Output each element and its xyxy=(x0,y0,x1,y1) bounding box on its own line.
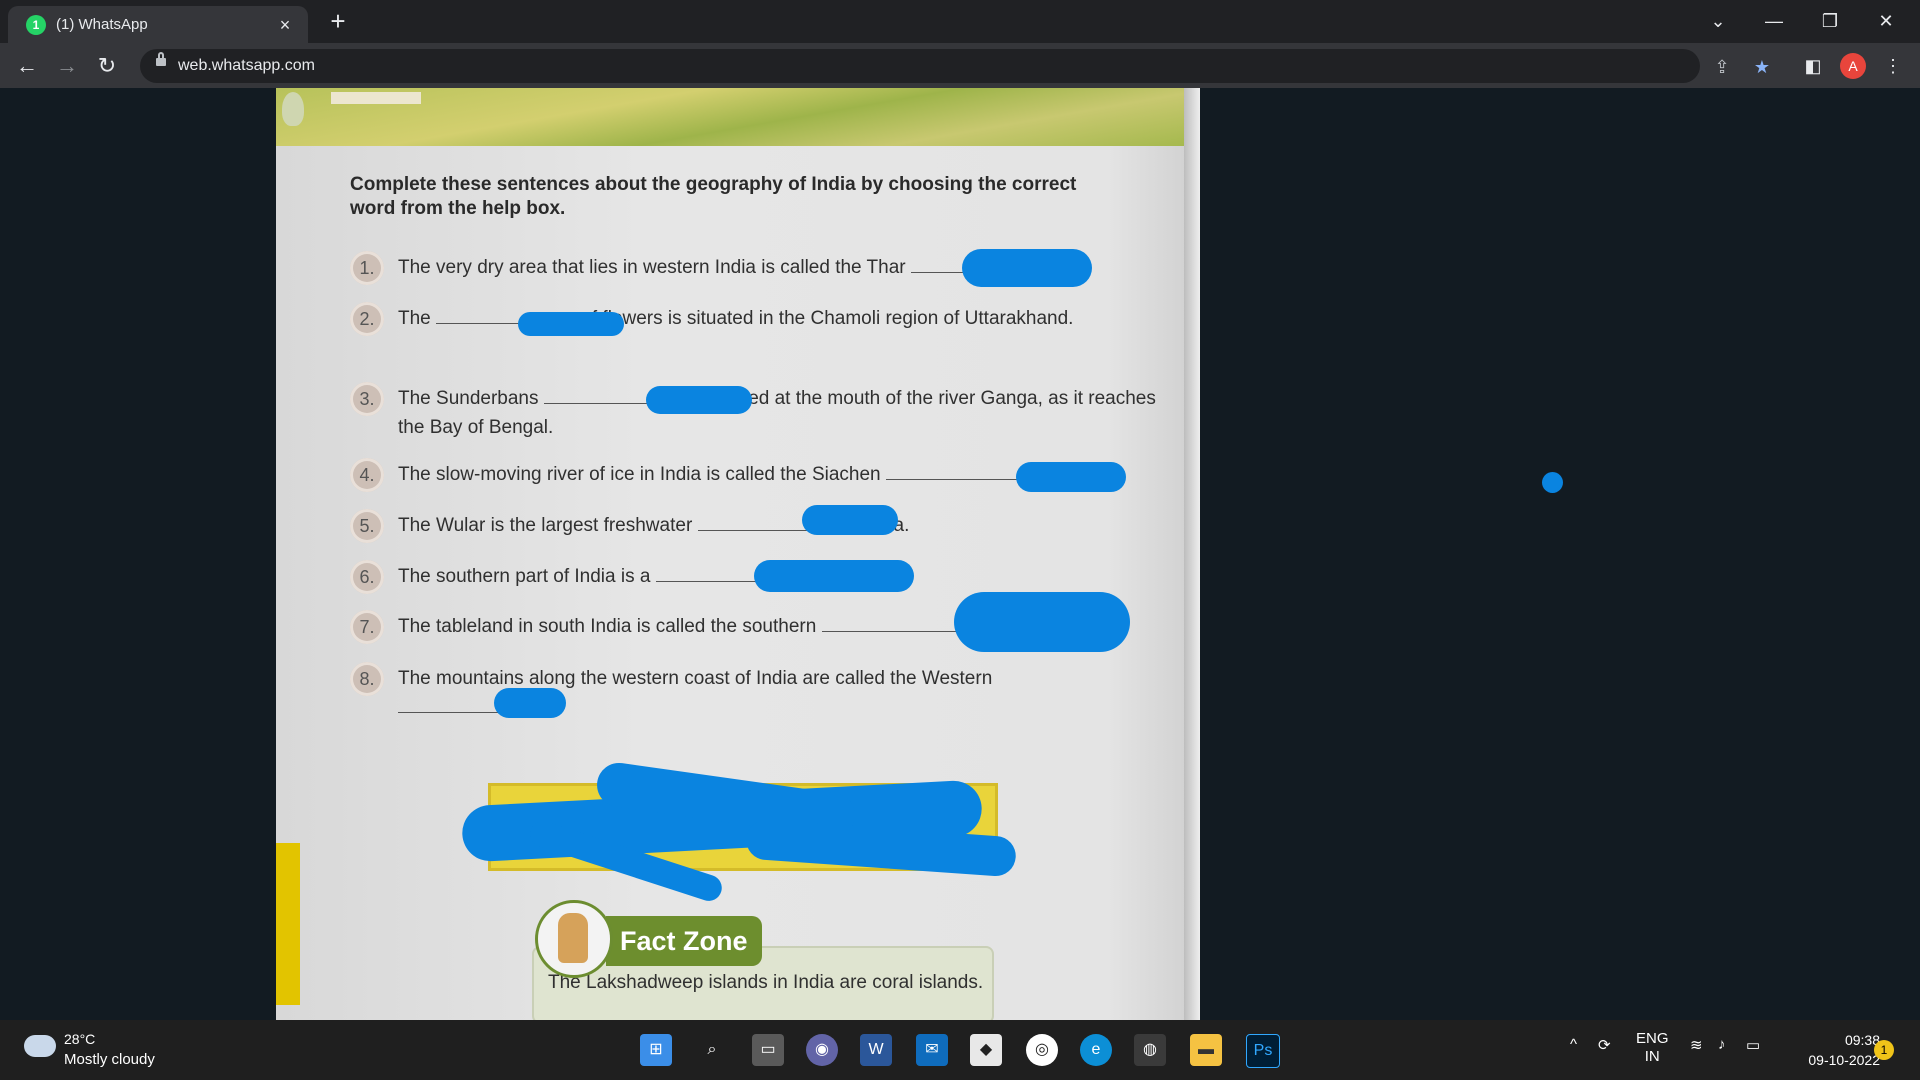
tab-title: (1) WhatsApp xyxy=(56,16,148,33)
whatsapp-icon: 1 xyxy=(26,14,46,35)
question-number: 2. xyxy=(350,302,384,336)
question-text: The Sunderbans xyxy=(398,388,539,409)
photoshop-icon[interactable]: Ps xyxy=(1246,1034,1280,1068)
side-panel-icon[interactable]: ◧ xyxy=(1800,53,1826,79)
language-indicator[interactable]: ENG IN xyxy=(1636,1030,1669,1066)
question-number: 6. xyxy=(350,560,384,594)
question-number: 4. xyxy=(350,458,384,492)
chat-icon[interactable]: ◉ xyxy=(806,1034,838,1066)
browser-tabstrip: 1 (1) WhatsApp × + ⌄ — ❐ ✕ xyxy=(0,0,1920,43)
worksheet-photo: Complete these sentences about the geogr… xyxy=(276,88,1200,1020)
weather-temperature[interactable]: 28°C xyxy=(64,1031,95,1047)
chrome-icon[interactable]: ◍ xyxy=(1134,1034,1166,1066)
house-illustration xyxy=(331,92,421,104)
region-code: IN xyxy=(1644,1048,1660,1065)
lock-icon xyxy=(156,52,166,66)
redaction-scribble xyxy=(518,312,624,336)
clock[interactable]: 09:38 09-10-2022 xyxy=(1780,1030,1880,1070)
volume-icon[interactable]: ♪ xyxy=(1718,1036,1726,1053)
wifi-icon[interactable]: ≋ xyxy=(1690,1036,1703,1054)
question-text: The tableland in south India is called t… xyxy=(398,616,817,637)
profile-avatar[interactable]: A xyxy=(1840,53,1866,79)
question-text: The xyxy=(398,308,431,329)
clock-date: 09-10-2022 xyxy=(1808,1052,1880,1068)
file-explorer-icon[interactable]: ▬ xyxy=(1190,1034,1222,1066)
new-tab-button[interactable]: + xyxy=(324,8,352,36)
weather-description[interactable]: Mostly cloudy xyxy=(64,1051,155,1068)
tree-icon xyxy=(282,92,304,126)
redaction-scribble xyxy=(754,560,914,592)
pen-dot xyxy=(1542,472,1563,493)
question-text: The slow-moving river of ice in India is… xyxy=(398,464,881,485)
app-icon[interactable]: ◎ xyxy=(1026,1034,1058,1066)
word-icon[interactable]: W xyxy=(860,1034,892,1066)
question-number: 7. xyxy=(350,610,384,644)
question-text-end: of flowers is situated in the Chamoli re… xyxy=(581,308,1074,329)
notification-badge[interactable]: 1 xyxy=(1874,1040,1894,1060)
close-window-button[interactable]: ✕ xyxy=(1864,6,1908,36)
edge-icon[interactable]: e xyxy=(1080,1034,1112,1066)
menu-icon[interactable]: ⋮ xyxy=(1880,53,1906,79)
giraffe-badge xyxy=(535,900,613,978)
redaction-scribble xyxy=(646,386,752,414)
bookmark-star-icon[interactable]: ★ xyxy=(1750,55,1774,79)
roblox-icon[interactable]: ◆ xyxy=(970,1034,1002,1066)
worksheet-heading: Complete these sentences about the geogr… xyxy=(350,174,1077,219)
start-icon[interactable]: ⊞ xyxy=(640,1034,672,1066)
redaction-scribble xyxy=(962,249,1092,287)
mail-icon[interactable]: ✉ xyxy=(916,1034,948,1066)
question-number: 1. xyxy=(350,251,384,285)
question-text: The very dry area that lies in western I… xyxy=(398,257,906,278)
question-text: The Wular is the largest freshwater xyxy=(398,515,693,536)
url-text: web.whatsapp.com xyxy=(178,57,315,74)
sync-icon[interactable]: ⟳ xyxy=(1598,1036,1611,1054)
fact-text: The Lakshadweep islands in India are cor… xyxy=(548,972,984,993)
answer-blank xyxy=(885,461,1036,480)
back-button[interactable]: ← xyxy=(12,51,42,81)
fact-zone-title: Fact Zone xyxy=(606,916,762,966)
search-icon[interactable]: ⌕ xyxy=(696,1034,728,1066)
tab-close-button[interactable]: × xyxy=(274,14,296,36)
answer-blank xyxy=(821,613,972,632)
reload-button[interactable]: ↻ xyxy=(92,51,122,81)
address-bar[interactable]: web.whatsapp.com ⇪ ★ xyxy=(140,49,1770,83)
giraffe-icon xyxy=(558,913,588,963)
language-code: ENG xyxy=(1636,1030,1669,1047)
minimize-button[interactable]: — xyxy=(1752,6,1796,36)
question-text: The southern part of India is a xyxy=(398,566,651,587)
landscape-banner xyxy=(276,88,1200,146)
tab-whatsapp[interactable]: 1 (1) WhatsApp × xyxy=(8,6,308,43)
forward-button[interactable]: → xyxy=(52,51,82,81)
share-icon[interactable]: ⇪ xyxy=(1710,55,1734,79)
task-view-icon[interactable]: ▭ xyxy=(752,1034,784,1066)
chevron-up-icon[interactable]: ^ xyxy=(1570,1036,1577,1053)
question-number: 8. xyxy=(350,662,384,696)
redaction-scribble xyxy=(1016,462,1126,492)
taskbar: 28°C Mostly cloudy ⊞ ⌕ ▭ ◉ W ✉ ◆ ◎ e ◍ ▬… xyxy=(0,1020,1920,1080)
restore-button[interactable]: ❐ xyxy=(1808,6,1852,36)
question-number: 3. xyxy=(350,382,384,416)
tab-search-icon[interactable]: ⌄ xyxy=(1696,6,1740,36)
battery-icon[interactable]: ▭ xyxy=(1746,1036,1760,1054)
page-spine xyxy=(1184,88,1200,1020)
question-number: 5. xyxy=(350,509,384,543)
page-margin-strip xyxy=(276,843,300,1005)
redaction-scribble xyxy=(954,592,1130,652)
redaction-scribble xyxy=(494,688,566,718)
cloud-icon[interactable] xyxy=(24,1035,56,1057)
media-viewer: Complete these sentences about the geogr… xyxy=(0,88,1920,1020)
browser-toolbar: ← → ↻ web.whatsapp.com ⇪ ★ ◧ A ⋮ xyxy=(0,43,1920,88)
redaction-scribble xyxy=(802,505,898,535)
question-text: The mountains along the western coast of… xyxy=(398,668,993,689)
